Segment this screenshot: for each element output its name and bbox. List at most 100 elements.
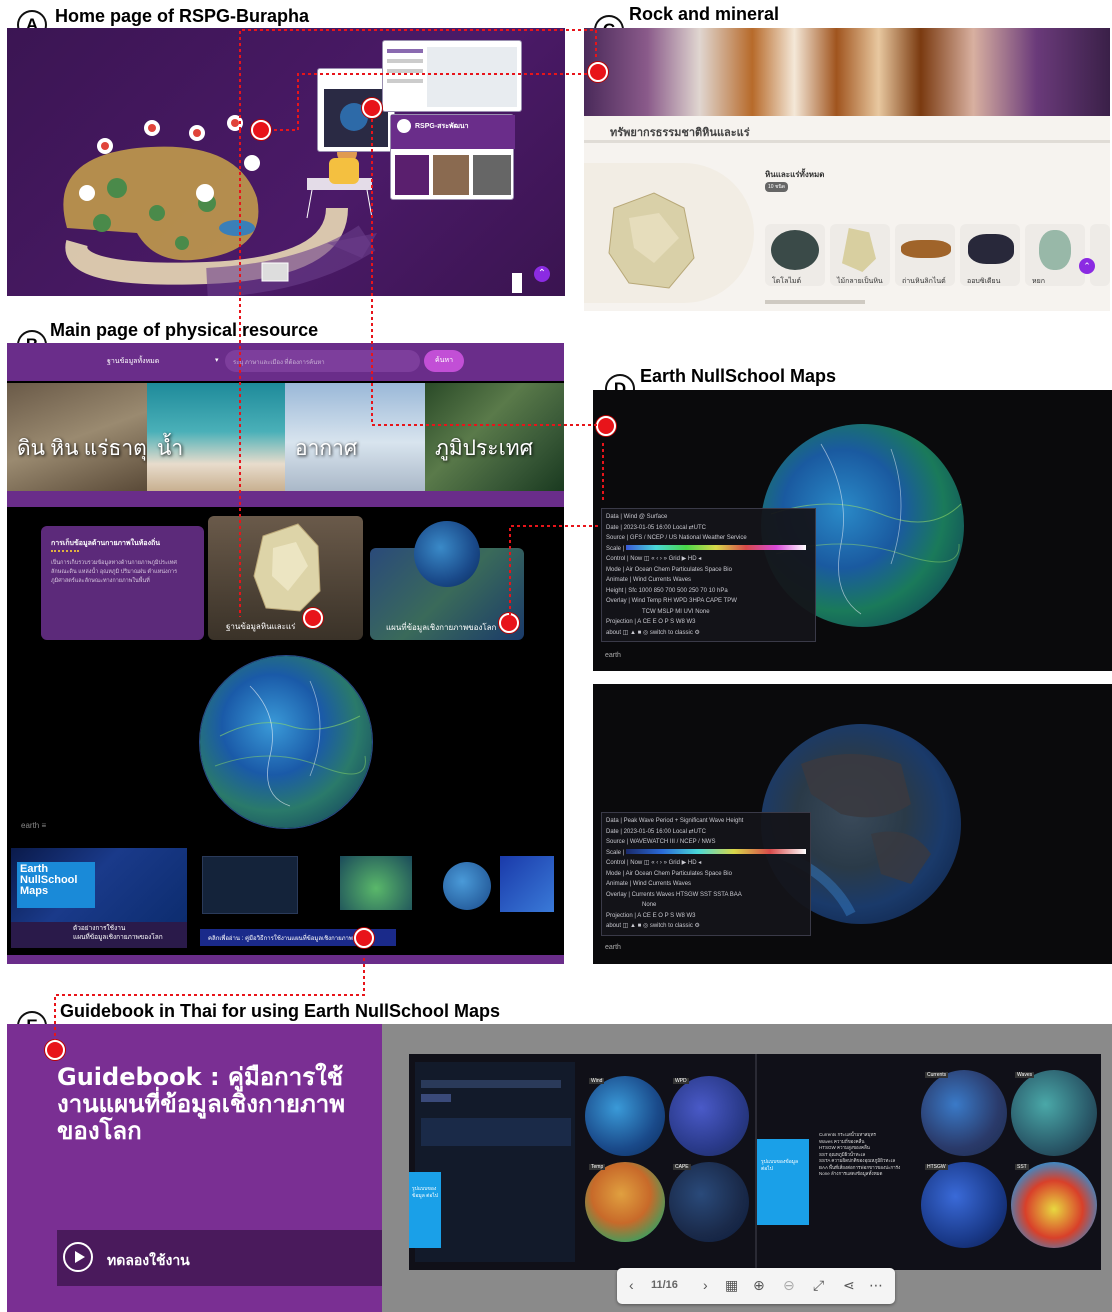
tile-water-label: น้ำ — [157, 436, 184, 460]
rock-heading: ทรัพยากรธรรมชาติหินและแร่ — [610, 127, 750, 139]
earth1-height-row[interactable]: Height | Sfc 1000 850 700 500 250 70 10 … — [606, 586, 811, 597]
panel-c-title: Rock and mineral — [629, 4, 780, 24]
enm-thumb-1[interactable]: Earth NullSchool Maps ตัวอย่างการใช้งาน … — [11, 848, 187, 948]
enm-thumb-5[interactable] — [500, 856, 554, 912]
guidebook-sidebar: Guidebook : คู่มือการใช้งานแผนที่ข้อมูลเ… — [7, 1024, 382, 1312]
guide-right-tag: รูปแบบของข้อมูล ต่อไป — [757, 1139, 809, 1225]
database-dropdown[interactable]: ฐานข้อมูลทั้งหมด — [107, 356, 159, 367]
guide-globe-wpd — [669, 1076, 749, 1156]
search-bar: ฐานข้อมูลทั้งหมด ▾ ระบุ ภาษาและเมือง ที่… — [7, 343, 564, 381]
tile-soil-label: ดิน หิน แร่ธาตุ — [17, 436, 147, 460]
info-title: การเก็บข้อมูลด้านกายภาพในท้องถิ่น — [51, 540, 161, 547]
rock-mineral-page: ทรัพยากรธรรมชาติหินและแร่ หินและแร่ทั้งห… — [584, 28, 1110, 311]
earth1-scale-label: Scale | — [606, 545, 625, 552]
earth2-animate-row[interactable]: Animate | Wind Currents Waves — [606, 879, 806, 890]
enm-logo: Earth NullSchool Maps — [17, 862, 95, 908]
scroll-top-button[interactable]: ⌃ — [534, 266, 550, 282]
rock-label-3: ถ่านหินลิกไนต์ — [902, 278, 946, 285]
info-body: เป็นการเก็บรวบรวมข้อมูลทางด้านกายภาพภูมิ… — [51, 560, 178, 584]
earth-wind-menu[interactable]: Data | Wind @ Surface Date | 2023-01-05 … — [601, 508, 816, 642]
earth2-scale-label: Scale | — [606, 849, 625, 856]
earth1-overlay-row2[interactable]: TCW MSLP MI UVI None — [606, 607, 811, 618]
fullscreen-icon[interactable]: ⤢ — [813, 1277, 824, 1294]
enm-thumb-2[interactable] — [202, 856, 298, 914]
earth2-scale-bar — [625, 849, 806, 855]
globe-label-htsgw: HTSGW — [925, 1164, 948, 1170]
tile-soil[interactable]: ดิน หิน แร่ธาตุ — [7, 383, 147, 491]
marker-b-rock — [303, 608, 323, 628]
guide-globe-sst — [1011, 1162, 1097, 1248]
next-page-icon[interactable]: › — [703, 1277, 708, 1293]
earth2-footer-row[interactable]: about ◫ ▲ ■ ◎ switch to classic ⚙ — [606, 921, 806, 932]
marker-c — [588, 62, 608, 82]
rock-label-2: ไม้กลายเป็นหิน — [837, 278, 883, 285]
rock-label-1: โดโลไมต์ — [772, 278, 802, 285]
earth2-label[interactable]: earth — [605, 944, 621, 951]
rock-section-title: หินและแร่ทั้งหมด — [765, 170, 825, 179]
panel-d-title: Earth NullSchool Maps — [640, 366, 837, 386]
tile-air[interactable]: อากาศ — [285, 383, 425, 491]
guide-globe-cape — [669, 1162, 749, 1242]
play-icon — [63, 1242, 93, 1272]
earth-wave-menu[interactable]: Data | Peak Wave Period + Significant Wa… — [601, 812, 811, 936]
earth1-projection-row[interactable]: Projection | A CE E O P S W8 W3 — [606, 617, 811, 628]
rock-next-button[interactable]: ⌃ — [1079, 258, 1095, 274]
rock-scrollbar[interactable] — [765, 300, 865, 304]
search-button[interactable]: ค้นหา — [424, 350, 464, 372]
physical-resource-page: ฐานข้อมูลทั้งหมด ▾ ระบุ ภาษาและเมือง ที่… — [7, 343, 564, 964]
enm-thumb-4[interactable] — [443, 862, 491, 910]
tile-terrain[interactable]: ภูมิประเทศ — [425, 383, 564, 491]
try-button[interactable]: ทดลองใช้งาน — [57, 1230, 382, 1286]
grid-icon[interactable]: ▦ — [725, 1277, 738, 1294]
enm-thumb-3[interactable] — [340, 856, 412, 910]
guide-right-tag-label: รูปแบบของข้อมูล ต่อไป — [761, 1159, 799, 1172]
earth1-overlay-row[interactable]: Overlay | Wind Temp RH WPD 3HPA CAPE TPW — [606, 596, 811, 607]
card-rock-database[interactable]: ฐานข้อมูลหินและแร่ — [208, 516, 363, 640]
globe-label-waves: Waves — [1015, 1072, 1035, 1078]
zoom-in-icon[interactable]: ⊕ — [753, 1277, 765, 1294]
earth2-overlay-row[interactable]: Overlay | Currents Waves HTSGW SST SSTA … — [606, 890, 806, 901]
earth-menu-label[interactable]: earth ≡ — [21, 821, 46, 830]
earth1-source-row: Source | GFS / NCEP / US National Weathe… — [606, 535, 747, 541]
guide-globe-wind — [585, 1076, 665, 1156]
marker-e — [45, 1040, 65, 1060]
more-icon[interactable]: ⋯ — [869, 1277, 883, 1294]
rock-thumb-6[interactable] — [1090, 224, 1110, 286]
prev-page-icon[interactable]: ‹ — [629, 1277, 634, 1293]
earth1-animate-row[interactable]: Animate | Wind Currents Waves — [606, 575, 811, 586]
guide-left-tag: รูปแบบของข้อมูล ต่อไป — [409, 1172, 441, 1248]
earth1-footer-row[interactable]: about ◫ ▲ ■ ◎ switch to classic ⚙ — [606, 628, 811, 639]
earth1-label[interactable]: earth — [605, 652, 621, 659]
guide-globe-currents — [921, 1070, 1007, 1156]
guidebook-title: Guidebook : คู่มือการใช้งานแผนที่ข้อมูลเ… — [57, 1063, 346, 1145]
guide-left-tag-label: รูปแบบของข้อมูล ต่อไป — [412, 1186, 439, 1199]
guidebook-spread[interactable]: รูปแบบของข้อมูล ต่อไป Wind WPD Temp CAPE… — [409, 1054, 1101, 1270]
tile-air-label: อากาศ — [295, 436, 358, 460]
rock-featured[interactable] — [584, 163, 754, 303]
guide-globe-waves — [1011, 1070, 1097, 1156]
globe-label-cape: CAPE — [673, 1164, 691, 1170]
zoom-control[interactable] — [512, 273, 522, 293]
panel-e-title: Guidebook in Thai for using Earth NullSc… — [60, 1001, 501, 1021]
card-rock-label: ฐานข้อมูลหินและแร่ — [226, 622, 296, 631]
earth1-control-row[interactable]: Control | Now ◫ « ‹ › » Grid ▶ HD ◂ — [606, 554, 811, 565]
earth2-mode-row[interactable]: Mode | Air Ocean Chem Particulates Space… — [606, 869, 806, 880]
earth2-overlay-row2[interactable]: None — [606, 900, 806, 911]
home-page-screenshot: RSPG-สระพัฒนา ⌃ — [7, 28, 565, 296]
earth1-mode-row[interactable]: Mode | Air Ocean Chem Particulates Space… — [606, 565, 811, 576]
zoom-out-icon[interactable]: ⊖ — [783, 1277, 795, 1294]
earth1-data-row: Data | Wind @ Surface — [606, 514, 668, 520]
guidebook-page: Guidebook : คู่มือการใช้งานแผนที่ข้อมูลเ… — [7, 1024, 1112, 1312]
tile-water[interactable]: น้ำ — [147, 383, 285, 491]
tile-terrain-label: ภูมิประเทศ — [435, 436, 533, 460]
card-map-globe — [414, 521, 480, 587]
guide-globe-temp — [585, 1162, 665, 1242]
earth2-projection-row[interactable]: Projection | A CE E O P S W8 W3 — [606, 911, 806, 922]
page-indicator: 11/16 — [651, 1279, 678, 1291]
search-input[interactable]: ระบุ ภาษาและเมือง ที่ต้องการค้นหา — [225, 350, 420, 372]
globe-preview[interactable] — [200, 656, 372, 828]
earth2-control-row[interactable]: Control | Now ◫ « ‹ › » Grid ▶ HD ◂ — [606, 858, 806, 869]
share-icon[interactable]: ⋖ — [843, 1277, 855, 1294]
globe-preview-lines — [214, 680, 366, 807]
earth2-data-row: Data | Peak Wave Period + Significant Wa… — [606, 818, 744, 824]
